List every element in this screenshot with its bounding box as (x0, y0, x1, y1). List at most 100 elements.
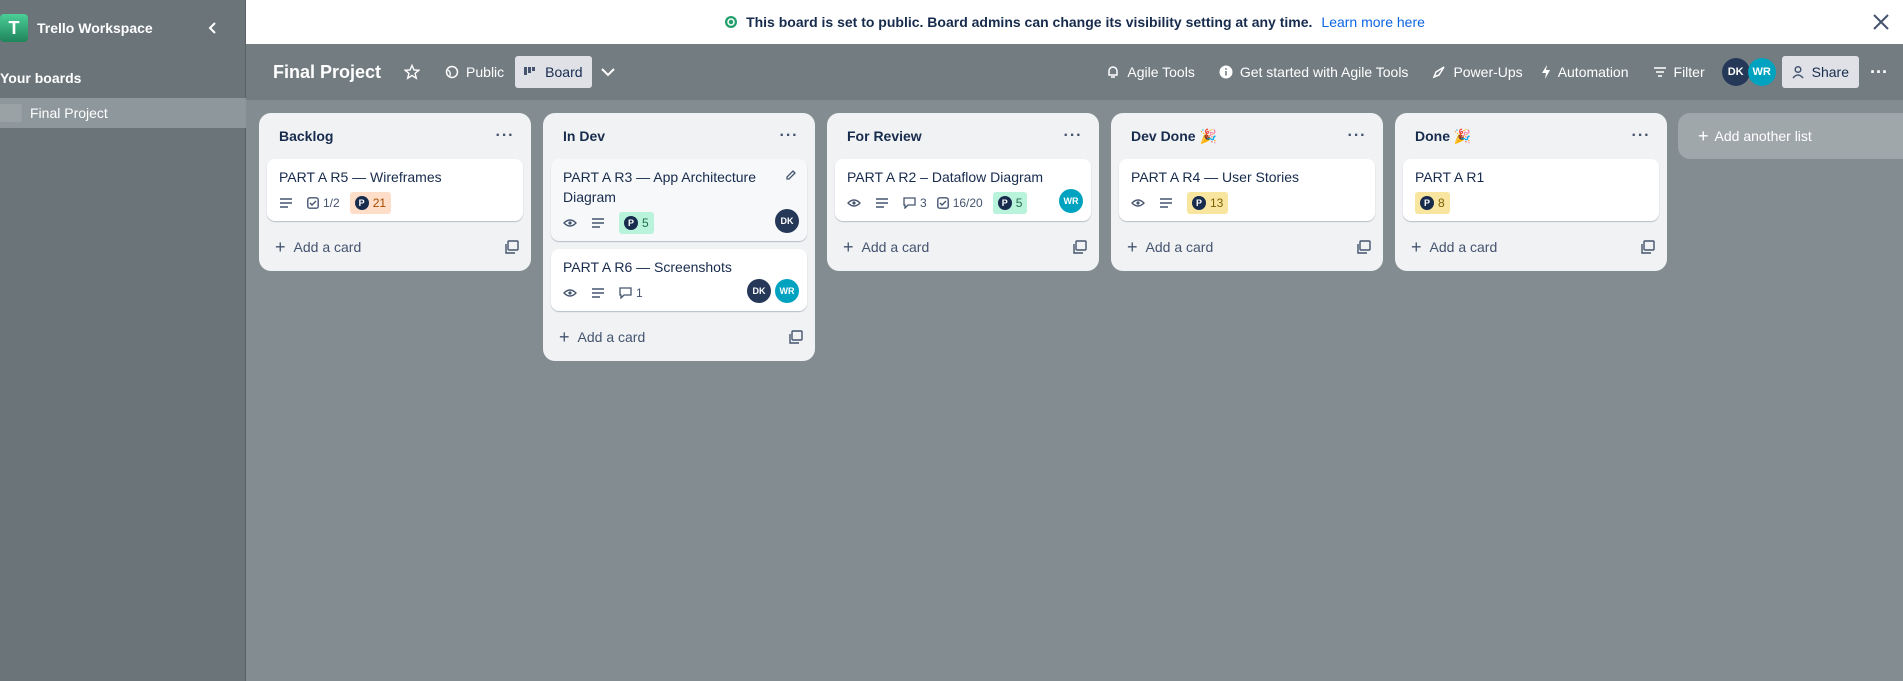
power-ups-button[interactable]: Power-Ups (1423, 56, 1531, 88)
list-for-review: For Review ··· PART A R2 – Dataflow Diag… (827, 113, 1099, 271)
card[interactable]: PART A R5 — Wireframes 1/2 P 21 (267, 159, 523, 221)
sidebar: T Trello Workspace Your boards Final Pro… (0, 0, 246, 681)
points-value: 5 (642, 216, 649, 230)
list-menu-icon[interactable]: ··· (1627, 122, 1655, 150)
card-members: DK WR (743, 279, 799, 303)
avatar[interactable]: WR (1747, 58, 1776, 86)
plus-icon: + (1698, 125, 1709, 146)
card[interactable]: PART A R3 — App Architecture Diagram P 5… (551, 159, 807, 241)
description-icon (875, 197, 893, 209)
points-value: 5 (1015, 196, 1023, 210)
points-badge: P 5 (619, 212, 654, 234)
list-title[interactable]: For Review (847, 128, 922, 144)
template-icon[interactable] (789, 330, 803, 344)
add-card-label: Add a card (1429, 239, 1498, 255)
plus-icon: + (275, 236, 286, 257)
edit-pencil-icon[interactable] (785, 169, 797, 181)
filter-label: Filter (1673, 64, 1705, 80)
description-icon (279, 197, 297, 209)
list-menu-icon[interactable]: ··· (1059, 122, 1087, 150)
share-button[interactable]: Share (1781, 56, 1859, 88)
filter-button[interactable]: Filter (1644, 56, 1714, 88)
points-icon: P (1420, 196, 1434, 210)
get-started-label: Get started with Agile Tools (1239, 64, 1409, 80)
automation-label: Automation (1557, 64, 1629, 80)
star-icon (404, 64, 421, 80)
avatar[interactable]: WR (1059, 189, 1083, 213)
list-dev-done: Dev Done 🎉 ··· PART A R4 — User Stories … (1111, 113, 1383, 271)
filter-icon (1653, 67, 1666, 77)
card-title: PART A R2 – Dataflow Diagram (847, 169, 1044, 185)
avatar[interactable]: DK (1721, 58, 1750, 86)
checklist-icon (307, 197, 319, 209)
avatar[interactable]: DK (747, 279, 771, 303)
comments-badge: 3 (903, 196, 927, 210)
template-icon[interactable] (1641, 240, 1655, 254)
automation-button[interactable]: Automation (1532, 56, 1638, 88)
add-card-button[interactable]: + Add a card (543, 319, 815, 355)
card-members: WR (1055, 189, 1083, 213)
list-title[interactable]: Dev Done 🎉 (1131, 128, 1217, 145)
get-started-agile-button[interactable]: Get started with Agile Tools (1210, 56, 1418, 88)
add-card-button[interactable]: + Add a card (1395, 229, 1667, 265)
card[interactable]: PART A R1 P 8 (1403, 159, 1659, 221)
add-card-button[interactable]: + Add a card (1111, 229, 1383, 265)
points-icon: P (624, 216, 638, 230)
person-add-icon (1792, 65, 1804, 79)
agile-tools-button[interactable]: Agile Tools (1097, 56, 1203, 88)
points-value: 13 (1210, 196, 1224, 210)
board-title[interactable]: Final Project (273, 62, 381, 83)
points-badge: P 21 (349, 192, 392, 214)
share-label: Share (1811, 64, 1849, 80)
card-title: PART A R1 (1415, 169, 1485, 185)
card-title: PART A R5 — Wireframes (279, 169, 442, 185)
board-header: Final Project Public Board Agile Tools G… (246, 44, 1903, 100)
points-value: 21 (372, 196, 387, 210)
add-list-button[interactable]: + Add another list (1678, 113, 1903, 159)
plus-icon: + (559, 326, 570, 347)
card[interactable]: PART A R6 — Screenshots 1 DK WR (551, 249, 807, 311)
learn-more-link[interactable]: Learn more here (1321, 14, 1425, 30)
collapse-sidebar-icon[interactable] (202, 17, 224, 39)
checklist-badge: 16/20 (936, 196, 983, 210)
add-card-button[interactable]: + Add a card (827, 229, 1099, 265)
sidebar-item-final-project[interactable]: Final Project (0, 98, 246, 128)
points-badge: P 8 (1415, 192, 1450, 214)
watching-icon (1131, 198, 1149, 208)
workspace-header[interactable]: T Trello Workspace (0, 0, 246, 56)
visibility-button[interactable]: Public (436, 56, 513, 88)
add-card-label: Add a card (1145, 239, 1214, 255)
rocket-icon (1433, 66, 1446, 79)
card-title: PART A R3 — App Architecture Diagram (563, 169, 756, 205)
template-icon[interactable] (1073, 240, 1087, 254)
watching-icon (563, 288, 581, 298)
list-title[interactable]: Backlog (279, 128, 333, 144)
board-view-button[interactable]: Board (515, 56, 592, 88)
close-icon[interactable] (1869, 10, 1893, 34)
workspace-logo: T (0, 14, 28, 42)
list-menu-icon[interactable]: ··· (775, 122, 803, 150)
card[interactable]: PART A R2 – Dataflow Diagram 3 16/20 P 5… (835, 159, 1091, 221)
description-icon (591, 217, 609, 229)
visibility-banner: This board is set to public. Board admin… (246, 0, 1903, 44)
workspace-name[interactable]: Trello Workspace (37, 20, 153, 36)
card[interactable]: PART A R4 — User Stories P 13 (1119, 159, 1375, 221)
add-card-button[interactable]: + Add a card (259, 229, 531, 265)
list-menu-icon[interactable]: ··· (1343, 122, 1371, 150)
list-menu-icon[interactable]: ··· (491, 122, 519, 150)
board-view-icon (524, 67, 536, 75)
list-title[interactable]: In Dev (563, 128, 605, 144)
template-icon[interactable] (1357, 240, 1371, 254)
points-icon: P (354, 196, 369, 210)
add-card-label: Add a card (577, 329, 646, 345)
comment-count: 1 (636, 286, 643, 300)
template-icon[interactable] (505, 240, 519, 254)
star-button[interactable] (395, 56, 436, 88)
list-title[interactable]: Done 🎉 (1415, 128, 1471, 145)
avatar[interactable]: DK (775, 209, 799, 233)
more-options-icon[interactable]: ··· (1863, 56, 1895, 88)
points-value: 8 (1438, 196, 1445, 210)
view-switcher-button[interactable] (592, 56, 631, 88)
plus-icon: + (1127, 236, 1138, 257)
avatar[interactable]: WR (775, 279, 799, 303)
